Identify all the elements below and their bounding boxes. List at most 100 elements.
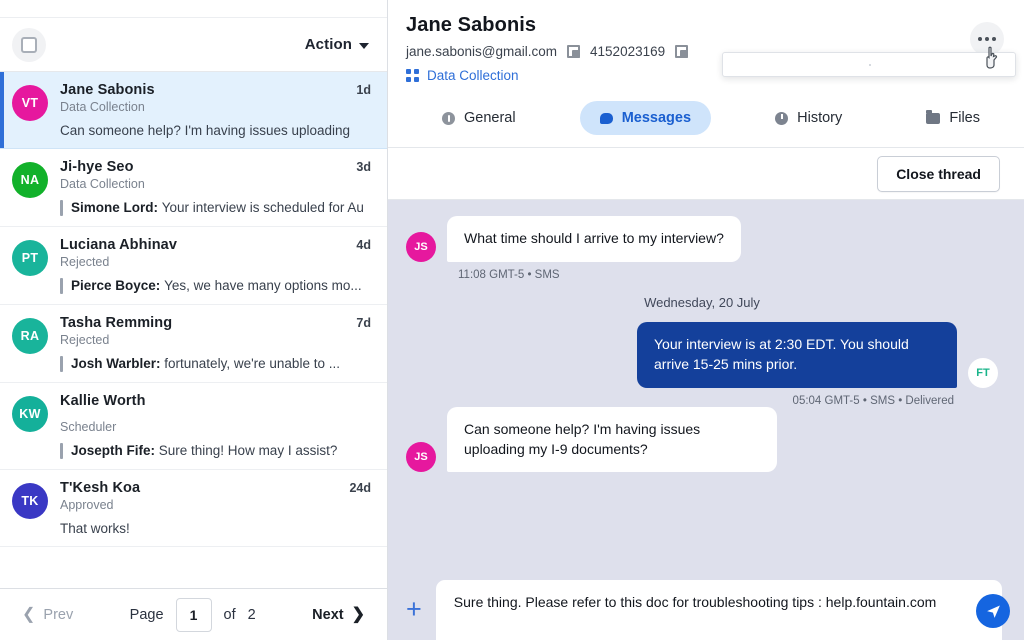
clock-icon: [775, 111, 789, 125]
thread-candidate-name: Jane Sabonis: [60, 82, 155, 98]
thread-list-item[interactable]: KW Kallie Worth Scheduler Josepth Fife: Sur…: [0, 383, 387, 470]
more-options-dropdown[interactable]: [722, 52, 1016, 77]
thread-title-row: T'Kesh Koa 24d: [60, 480, 371, 496]
thread-preview-sender: Josh Warbler:: [71, 356, 165, 371]
folder-icon: [926, 109, 941, 124]
prev-page-button[interactable]: ❮ Prev: [22, 605, 73, 623]
thread-candidate-name: Luciana Abhinav: [60, 237, 177, 253]
pagination-bar: ❮ Prev Page of 2 Next ❯: [0, 588, 387, 640]
quote-bar-icon: [60, 356, 63, 372]
candidate-header: Jane Sabonis jane.sabonis@gmail.com 4152…: [388, 0, 1024, 93]
message-thread: JS What time should I arrive to my interv…: [388, 200, 1024, 640]
grid-icon: [406, 68, 420, 83]
message-avatar: JS: [406, 231, 436, 262]
message-row: Your interview is at 2:30 EDT. You shoul…: [406, 321, 998, 388]
message-composer: + Sure thing. Please refer to this doc f…: [388, 580, 1024, 640]
tab-label: Files: [949, 110, 980, 126]
thread-timestamp: 3d: [356, 160, 371, 174]
add-attachment-button[interactable]: +: [406, 596, 422, 623]
thread-title-row: Luciana Abhinav 4d: [60, 237, 371, 253]
tab-label: Messages: [621, 110, 692, 126]
thread-body: T'Kesh Koa 24d Approved That works!: [60, 480, 371, 536]
thread-stage: Data Collection: [60, 177, 145, 191]
thread-preview: Pierce Boyce: Yes, we have many options …: [60, 278, 371, 294]
thread-preview-sender: Pierce Boyce:: [71, 278, 165, 293]
tab-messages[interactable]: Messages: [579, 101, 712, 135]
chevron-left-icon: ❮: [22, 605, 36, 623]
messaging-app: Action VT Jane Sabonis 1d Data Collection Ca…: [0, 0, 1024, 640]
avatar: RA: [12, 318, 48, 354]
thread-body: Kallie Worth Scheduler Josepth Fife: Sure …: [60, 393, 371, 459]
message-avatar: FT: [968, 357, 998, 388]
page-number-input[interactable]: [175, 597, 212, 632]
thread-body: Luciana Abhinav 4d Rejected Pierce Boyce: Y…: [60, 237, 371, 294]
chevron-right-icon: ❯: [351, 605, 365, 623]
thread-list-item[interactable]: VT Jane Sabonis 1d Data Collection Can someo…: [0, 72, 387, 149]
avatar: PT: [12, 240, 48, 276]
avatar: NA: [12, 162, 48, 198]
thread-timestamp: 4d: [356, 238, 371, 252]
thread-preview: Josepth Fife: Sure thing! How may I assi…: [60, 443, 371, 459]
action-label: Action: [304, 36, 352, 53]
quote-bar-icon: [60, 200, 63, 216]
thread-title-row: Jane Sabonis 1d: [60, 82, 371, 98]
thread-actions-bar: Close thread: [388, 148, 1024, 200]
action-dropdown-button[interactable]: Action: [305, 36, 369, 53]
thread-list-item[interactable]: RA Tasha Remming 7d Rejected Josh Warbler: f…: [0, 305, 387, 383]
thread-preview: That works!: [60, 521, 130, 536]
thread-list[interactable]: VT Jane Sabonis 1d Data Collection Can someo…: [0, 72, 387, 588]
message-bubble: Can someone help? I'm having issues uplo…: [447, 406, 777, 473]
thread-preview-text: Simone Lord: Your interview is scheduled…: [71, 200, 364, 215]
page-label: Page: [129, 606, 164, 623]
thread-candidate-name: Kallie Worth: [60, 393, 146, 409]
message-row: JS What time should I arrive to my interv…: [406, 216, 998, 262]
thread-title-row: Tasha Remming 7d: [60, 315, 371, 331]
thread-list-item[interactable]: NA Ji-hye Seo 3d Data Collection Simone Lord…: [0, 149, 387, 227]
thread-preview: Can someone help? I'm having issues uplo…: [60, 123, 351, 138]
thread-list-item[interactable]: PT Luciana Abhinav 4d Rejected Pierce Boyce:…: [0, 227, 387, 305]
tab-general[interactable]: General: [422, 101, 536, 135]
quote-bar-icon: [60, 278, 63, 294]
page-indicator: Page of 2: [129, 597, 256, 632]
message-input[interactable]: Sure thing. Please refer to this doc for…: [435, 580, 1002, 640]
thread-timestamp: 1d: [356, 83, 371, 97]
copy-phone-icon[interactable]: [675, 45, 689, 58]
copy-email-icon[interactable]: [567, 45, 581, 58]
message-timestamp: 05:04 GMT-5 • SMS • Delivered: [792, 394, 954, 407]
tab-files[interactable]: Files: [906, 101, 1000, 135]
thread-preview: Simone Lord: Your interview is scheduled…: [60, 200, 371, 216]
detail-tabs[interactable]: General Messages History Files: [388, 93, 1024, 148]
message-list: JS What time should I arrive to my interv…: [406, 216, 998, 473]
avatar: KW: [12, 396, 48, 432]
thread-list-sidebar: Action VT Jane Sabonis 1d Data Collection Ca…: [0, 0, 388, 640]
message-row: JS Can someone help? I'm having issues up…: [406, 406, 998, 473]
thread-stage: Data Collection: [60, 100, 145, 114]
message-timestamp: 11:08 GMT-5 • SMS: [458, 268, 560, 281]
message-bubble: What time should I arrive to my intervie…: [447, 216, 741, 262]
candidate-phone: 4152023169: [590, 44, 666, 59]
cursor-pointer-icon: [986, 46, 998, 69]
thread-title-row: Ji-hye Seo 3d: [60, 159, 371, 175]
quote-bar-icon: [60, 443, 63, 459]
tab-history[interactable]: History: [755, 101, 862, 135]
select-all-checkbox[interactable]: [12, 27, 46, 62]
chevron-down-icon: [359, 42, 369, 49]
date-divider: Wednesday, 20 July: [644, 294, 760, 310]
next-label: Next: [312, 606, 344, 623]
thread-list-item[interactable]: TK T'Kesh Koa 24d Approved That works!: [0, 470, 387, 547]
next-page-button[interactable]: Next ❯: [312, 605, 365, 623]
avatar: TK: [12, 483, 48, 519]
close-thread-button[interactable]: Close thread: [877, 155, 1000, 192]
stage-label: Data Collection: [427, 68, 519, 83]
checkbox-box: [21, 36, 37, 53]
thread-stage: Approved: [60, 498, 114, 512]
sidebar-toolbar: Action: [0, 18, 387, 72]
send-icon: [986, 604, 1000, 618]
thread-preview: Josh Warbler: fortunately, we're unable …: [60, 356, 371, 372]
conversation-detail-panel: Jane Sabonis jane.sabonis@gmail.com 4152…: [388, 0, 1024, 640]
thread-preview-sender: Josepth Fife:: [71, 443, 159, 458]
thread-body: Tasha Remming 7d Rejected Josh Warbler: for…: [60, 315, 371, 372]
send-message-button[interactable]: [976, 594, 1010, 628]
info-icon: [442, 111, 455, 125]
thread-candidate-name: T'Kesh Koa: [60, 480, 141, 496]
